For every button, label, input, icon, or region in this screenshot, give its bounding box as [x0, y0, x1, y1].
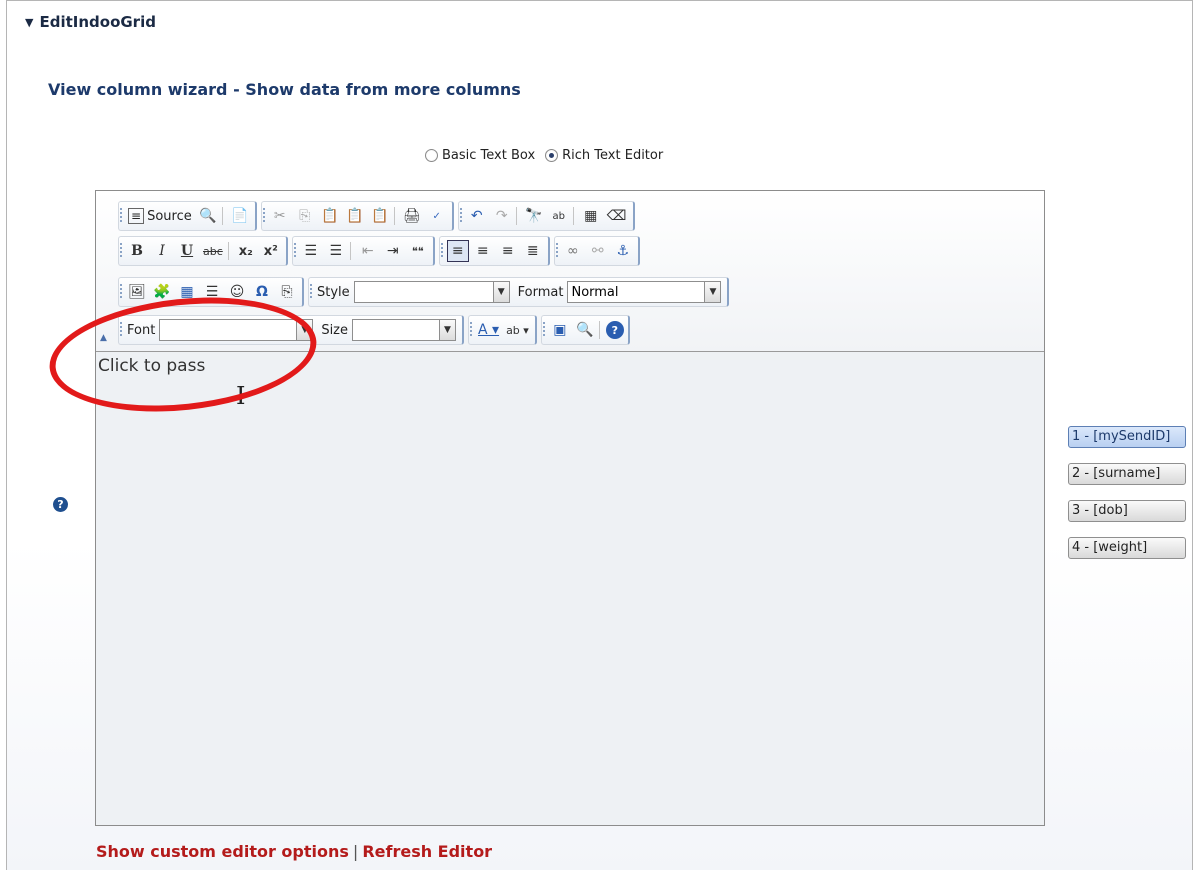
- align-right-icon[interactable]: ≡: [497, 240, 519, 262]
- show-blocks-icon[interactable]: 🔍: [574, 319, 596, 341]
- anchor-icon[interactable]: ⚓: [612, 240, 634, 262]
- style-combo[interactable]: Style ▼: [317, 281, 510, 303]
- help-button[interactable]: ?: [605, 321, 624, 339]
- separator: [393, 207, 395, 225]
- show-custom-editor-options-link[interactable]: Show custom editor options: [96, 842, 349, 861]
- align-center-icon[interactable]: ≡: [472, 240, 494, 262]
- link-separator: |: [352, 842, 359, 861]
- toolbar-group-colors: A ▾ ab ▾: [468, 315, 537, 345]
- chevron-down-icon[interactable]: ▼: [440, 319, 456, 341]
- remove-format-icon[interactable]: ⌫: [605, 205, 629, 227]
- toolbar-group-links: ∞ ⚯ ⚓: [553, 236, 640, 266]
- expand-triangle-icon[interactable]: ▼: [25, 16, 33, 29]
- outdent-icon[interactable]: ⇤: [357, 240, 379, 262]
- field-button-weight[interactable]: 4 - [weight]: [1068, 537, 1186, 559]
- strike-button[interactable]: abc: [201, 240, 225, 262]
- print-icon[interactable]: 🖨: [401, 205, 423, 227]
- toolbar-group-align: ≡ ≡ ≡ ≣: [438, 236, 550, 266]
- separator: [515, 207, 517, 225]
- format-select[interactable]: Normal: [567, 281, 706, 303]
- undo-icon[interactable]: ↶: [466, 205, 488, 227]
- format-combo[interactable]: Format Normal ▼: [518, 281, 722, 303]
- subscript-button[interactable]: x₂: [235, 240, 257, 262]
- toolbar-group-paragraph: ☰ ☰ ⇤ ⇥ ❝❝: [291, 236, 435, 266]
- templates-icon[interactable]: 📄: [229, 205, 251, 227]
- editor-content-area[interactable]: Click to pass I: [96, 352, 1044, 825]
- source-button[interactable]: ≡ Source: [126, 205, 194, 227]
- column-field-list: 1 - [mySendID] 2 - [surname] 3 - [dob] 4…: [1068, 426, 1186, 574]
- indent-icon[interactable]: ⇥: [382, 240, 404, 262]
- image-icon[interactable]: 🖼: [126, 281, 148, 303]
- help-icon[interactable]: ?: [53, 497, 68, 512]
- superscript-button[interactable]: x²: [260, 240, 282, 262]
- replace-icon[interactable]: ab: [548, 205, 570, 227]
- bold-button[interactable]: B: [126, 240, 148, 262]
- separator: [572, 207, 574, 225]
- field-button-surname[interactable]: 2 - [surname]: [1068, 463, 1186, 485]
- blockquote-button[interactable]: ❝❝: [407, 240, 429, 262]
- style-select[interactable]: [353, 281, 494, 303]
- editor-links: Show custom editor options | Refresh Edito…: [96, 842, 492, 861]
- toolbar-group-tools: ▣ 🔍 ?: [540, 315, 630, 345]
- source-icon: ≡: [128, 208, 145, 224]
- editor-mode-selector: Basic Text Box Rich Text Editor: [425, 148, 669, 163]
- separator: [598, 321, 600, 339]
- preview-icon[interactable]: 🔍: [197, 205, 219, 227]
- bg-color-icon[interactable]: ab ▾: [504, 319, 531, 341]
- cut-icon[interactable]: ✂: [269, 205, 291, 227]
- select-all-icon[interactable]: ▦: [580, 205, 602, 227]
- style-label: Style: [317, 284, 350, 300]
- toolbar-group-basic-styles: B I U abc x₂ x²: [118, 236, 288, 266]
- toolbar-group-styles: Style ▼ Format Normal ▼: [308, 277, 730, 307]
- paste-word-icon[interactable]: 📋: [369, 205, 391, 227]
- section-title: EditIndooGrid: [39, 13, 156, 31]
- toolbar-row-2: B I U abc x₂ x² ☰ ☰ ⇤ ⇥ ❝❝ ≡ ≡ ≡ ≣ ∞ ⚯ ⚓: [118, 236, 644, 266]
- toolbar-group-undo: ↶ ↷ 🔭 ab ▦ ⌫: [457, 201, 635, 231]
- align-left-icon[interactable]: ≡: [446, 240, 469, 262]
- rich-text-editor-radio[interactable]: [545, 149, 559, 162]
- maximize-icon[interactable]: ▣: [549, 319, 571, 341]
- size-combo[interactable]: Size ▼: [321, 319, 456, 341]
- underline-button[interactable]: U: [176, 240, 198, 262]
- special-char-button[interactable]: Ω: [251, 281, 273, 303]
- paste-icon[interactable]: 📋: [319, 205, 341, 227]
- source-label: Source: [147, 208, 192, 224]
- field-button-dob[interactable]: 3 - [dob]: [1068, 500, 1186, 522]
- unlink-icon[interactable]: ⚯: [587, 240, 609, 262]
- numbered-list-icon[interactable]: ☰: [300, 240, 322, 262]
- toolbar-group-document: ≡ Source 🔍 📄: [118, 201, 257, 231]
- redo-icon[interactable]: ↷: [491, 205, 513, 227]
- bulleted-list-icon[interactable]: ☰: [325, 240, 347, 262]
- spellcheck-icon[interactable]: ✓: [426, 205, 448, 227]
- wizard-title: View column wizard - Show data from more…: [48, 80, 521, 99]
- chevron-down-icon[interactable]: ▼: [705, 281, 722, 303]
- toolbar-row-1: ≡ Source 🔍 📄 ✂ ⎘ 📋 📋 📋 🖨 ✓ ↶ ↷ 🔭 ab ▦ ⌫: [118, 201, 639, 231]
- size-select[interactable]: [352, 319, 440, 341]
- format-label: Format: [517, 284, 564, 300]
- separator: [227, 242, 229, 260]
- find-icon[interactable]: 🔭: [523, 205, 545, 227]
- copy-icon[interactable]: ⎘: [294, 205, 316, 227]
- rich-text-editor: ≡ Source 🔍 📄 ✂ ⎘ 📋 📋 📋 🖨 ✓ ↶ ↷ 🔭 ab ▦ ⌫ …: [95, 190, 1045, 826]
- separator: [221, 207, 223, 225]
- paste-text-icon[interactable]: 📋: [344, 205, 366, 227]
- align-justify-icon[interactable]: ≣: [522, 240, 544, 262]
- basic-text-box-label[interactable]: Basic Text Box: [442, 148, 535, 163]
- refresh-editor-link[interactable]: Refresh Editor: [362, 842, 492, 861]
- link-icon[interactable]: ∞: [562, 240, 584, 262]
- section-header[interactable]: ▼ EditIndooGrid: [25, 13, 156, 31]
- page-break-icon[interactable]: ⎘: [276, 281, 298, 303]
- toolbar-group-clipboard: ✂ ⎘ 📋 📋 📋 🖨 ✓: [260, 201, 454, 231]
- field-button-mysendid[interactable]: 1 - [mySendID]: [1068, 426, 1186, 448]
- size-label: Size: [321, 322, 348, 338]
- separator: [349, 242, 351, 260]
- rich-text-editor-label[interactable]: Rich Text Editor: [562, 148, 663, 163]
- chevron-down-icon[interactable]: ▼: [493, 281, 510, 303]
- italic-button[interactable]: I: [151, 240, 173, 262]
- text-color-icon[interactable]: A ▾: [476, 319, 501, 341]
- basic-text-box-radio[interactable]: [425, 149, 438, 162]
